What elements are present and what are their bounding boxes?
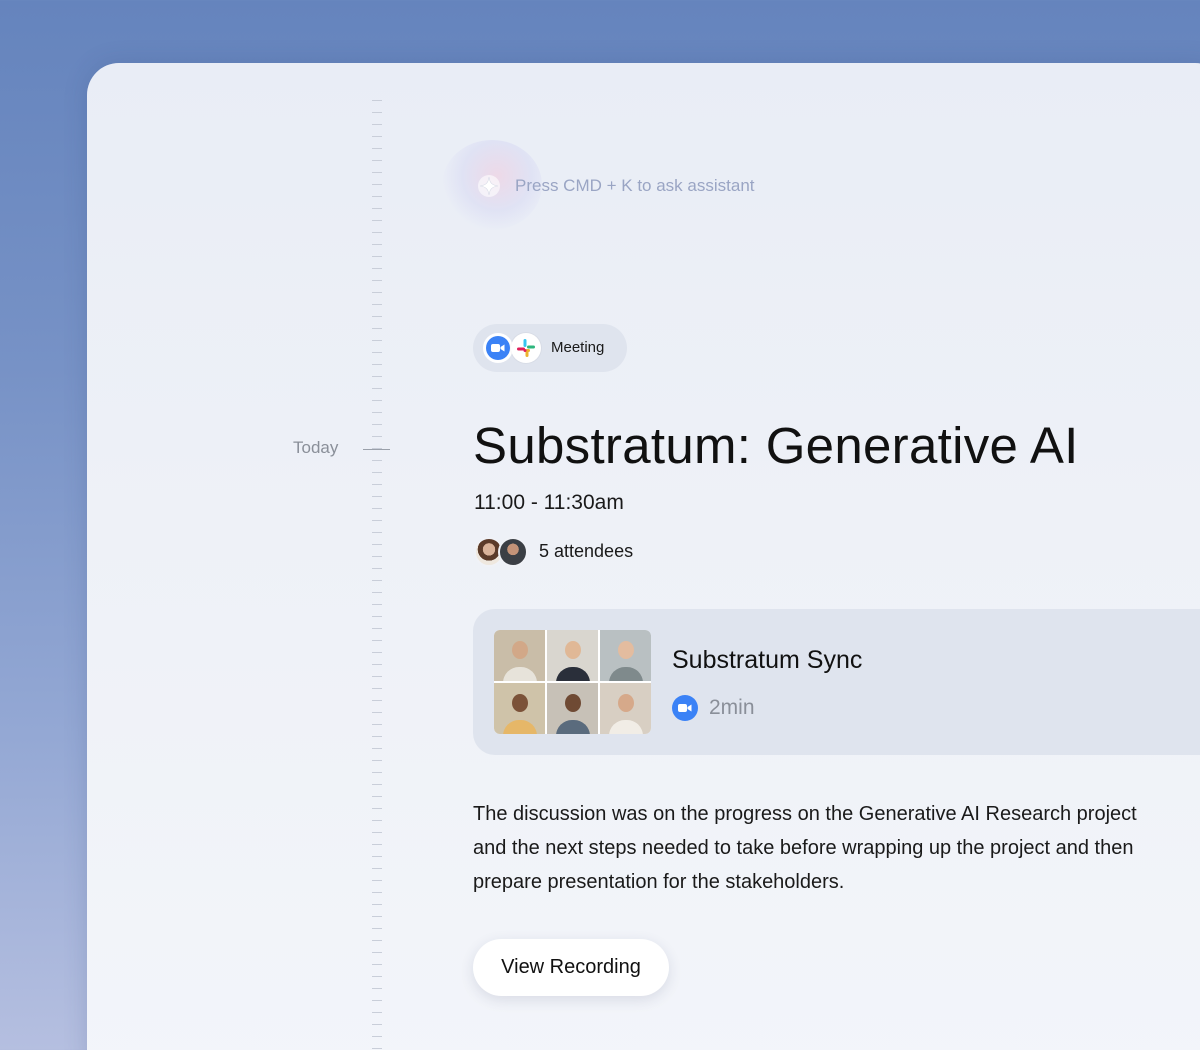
summary-line: The discussion was on the progress on th… [473, 803, 1137, 825]
summary-line: prepare presentation for the stakeholder… [473, 871, 845, 893]
slack-icon [511, 333, 541, 363]
participant-thumb [494, 630, 545, 681]
meeting-tag-label: Meeting [551, 339, 605, 356]
participant-thumb [600, 683, 651, 734]
avatar[interactable] [498, 537, 528, 567]
zoom-icon [672, 695, 698, 721]
participants-thumbnail [494, 630, 651, 734]
recording-duration: 2min [709, 696, 755, 719]
sparkle-icon[interactable] [477, 174, 501, 198]
participant-thumb [494, 683, 545, 734]
participant-thumb [547, 630, 598, 681]
participant-thumb [600, 630, 651, 681]
meeting-summary: The discussion was on the progress on th… [473, 797, 1200, 899]
view-recording-button[interactable]: View Recording [473, 939, 669, 996]
recording-title: Substratum Sync [672, 646, 863, 674]
event-panel [87, 63, 1200, 1050]
today-label: Today [293, 438, 339, 457]
event-time: 11:00 - 11:30am [474, 491, 624, 514]
zoom-icon [483, 333, 513, 363]
summary-line: and the next steps needed to take before… [473, 837, 1134, 859]
event-title: Substratum: Generative AI [473, 417, 1079, 474]
today-marker [363, 449, 390, 450]
assistant-shortcut-hint[interactable]: Press CMD + K to ask assistant [515, 176, 755, 196]
attendees-count[interactable]: 5 attendees [539, 541, 633, 562]
participant-thumb [547, 683, 598, 734]
timeline-ruler [372, 100, 382, 1050]
